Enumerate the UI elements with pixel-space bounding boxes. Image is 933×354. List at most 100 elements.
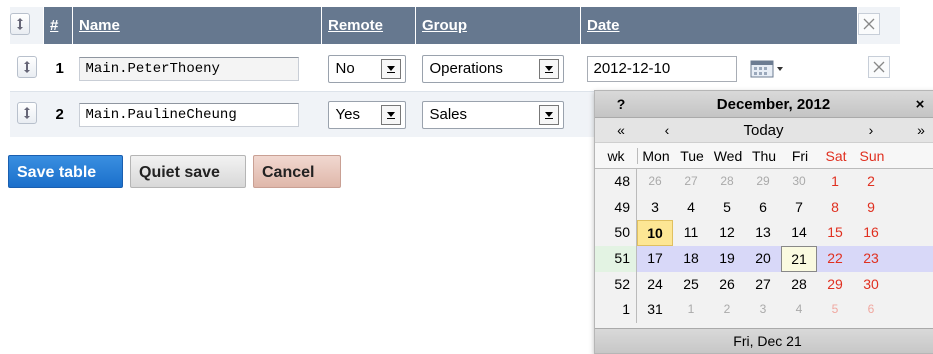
day-of-week-row: wk Mon Tue Wed Thu Fri Sat Sun xyxy=(595,143,933,169)
quiet-save-button[interactable]: Quiet save xyxy=(130,155,246,188)
week-number: 49 xyxy=(595,194,637,221)
calendar-day[interactable]: 3 xyxy=(745,297,781,323)
week-column-header: wk xyxy=(595,147,638,164)
calendar-day[interactable]: 29 xyxy=(817,272,853,298)
group-select[interactable]: Sales xyxy=(421,100,564,129)
calendar-day[interactable]: 30 xyxy=(781,169,817,195)
calendar-help-button[interactable]: ? xyxy=(595,96,647,112)
prev-month-button[interactable]: ‹ xyxy=(647,122,687,138)
calendar-nav: « ‹ Today › » xyxy=(595,118,933,143)
calendar-day[interactable]: 8 xyxy=(817,195,853,221)
date-input[interactable] xyxy=(586,55,737,82)
calendar-day[interactable]: 14 xyxy=(781,220,817,246)
drag-handle-icon[interactable] xyxy=(16,56,37,78)
calendar-status: Fri, Dec 21 xyxy=(595,328,933,353)
calendar-day[interactable]: 5 xyxy=(817,297,853,323)
calendar-day[interactable]: 1 xyxy=(817,169,853,195)
header-name[interactable]: Name xyxy=(72,7,322,45)
calendar-day[interactable]: 26 xyxy=(637,169,673,195)
calendar-day[interactable]: 27 xyxy=(745,272,781,298)
remote-select[interactable]: No xyxy=(327,54,406,83)
calendar-day[interactable]: 6 xyxy=(853,297,889,323)
cancel-button[interactable]: Cancel xyxy=(253,155,341,188)
name-input[interactable] xyxy=(78,102,299,127)
day-header: Sun xyxy=(859,147,885,164)
day-header: Tue xyxy=(680,147,704,164)
group-select-value: Operations xyxy=(429,60,503,77)
calendar-day[interactable]: 24 xyxy=(637,272,673,298)
calendar-day[interactable]: 26 xyxy=(709,272,745,298)
calendar-day[interactable]: 28 xyxy=(709,169,745,195)
calendar-day[interactable]: 22 xyxy=(817,246,853,272)
header-date[interactable]: Date xyxy=(580,7,858,45)
calendar-day[interactable]: 15 xyxy=(817,220,853,246)
prev-year-button[interactable]: « xyxy=(595,122,647,138)
sort-handle-header[interactable] xyxy=(10,7,44,45)
calendar-day[interactable]: 27 xyxy=(673,169,709,195)
group-select-value: Sales xyxy=(429,106,468,123)
calendar-day[interactable]: 13 xyxy=(745,220,781,246)
calendar-day[interactable]: 11 xyxy=(673,220,709,246)
day-header: Wed xyxy=(713,147,743,164)
calendar-popup: ? December, 2012 × « ‹ Today › » wk Mon … xyxy=(594,90,933,354)
next-year-button[interactable]: » xyxy=(902,122,933,138)
row-number: 1 xyxy=(43,44,73,92)
next-month-button[interactable]: › xyxy=(840,122,902,138)
calendar-day[interactable]: 31 xyxy=(637,297,673,323)
calendar-day[interactable]: 16 xyxy=(853,220,889,246)
calendar-day[interactable]: 29 xyxy=(745,169,781,195)
calendar-day[interactable]: 23 xyxy=(853,246,889,272)
calendar-day[interactable]: 18 xyxy=(673,246,709,272)
close-icon[interactable] xyxy=(858,12,880,35)
chevron-down-icon xyxy=(538,104,559,125)
calendar-day[interactable]: 20 xyxy=(745,246,781,272)
calendar-day[interactable]: 6 xyxy=(745,195,781,221)
header-remote[interactable]: Remote xyxy=(321,7,416,45)
calendar-day-today[interactable]: 10 xyxy=(637,220,673,247)
chevron-down-icon xyxy=(380,104,401,125)
group-select[interactable]: Operations xyxy=(421,54,564,83)
calendar-day[interactable]: 2 xyxy=(709,297,745,323)
close-icon[interactable] xyxy=(867,56,890,78)
header-delete[interactable] xyxy=(857,7,900,45)
calendar-day[interactable]: 28 xyxy=(781,272,817,298)
calendar-day[interactable]: 19 xyxy=(709,246,745,272)
drag-handle-icon[interactable] xyxy=(16,102,37,124)
calendar-day[interactable]: 1 xyxy=(673,297,709,323)
week-number: 51 xyxy=(595,246,637,272)
calendar-day[interactable]: 25 xyxy=(673,272,709,298)
day-header: Fri xyxy=(791,147,809,164)
calendar-day[interactable]: 12 xyxy=(709,220,745,246)
week-number: 1 xyxy=(595,297,637,324)
calendar-title[interactable]: December, 2012 xyxy=(647,96,900,113)
calendar-close-button[interactable]: × xyxy=(900,96,933,113)
calendar-day-selected[interactable]: 21 xyxy=(781,246,817,272)
calendar-icon[interactable] xyxy=(750,59,790,79)
today-button[interactable]: Today xyxy=(687,122,840,139)
drag-handle-icon[interactable] xyxy=(10,12,30,35)
header-number[interactable]: # xyxy=(43,7,73,45)
header-group[interactable]: Group xyxy=(415,7,581,45)
calendar-day[interactable]: 5 xyxy=(709,195,745,221)
calendar-day[interactable]: 17 xyxy=(637,246,673,272)
calendar-week: 1 31 1 2 3 4 5 6 xyxy=(595,297,933,324)
calendar-week: 48 26 27 28 29 30 1 2 xyxy=(595,169,933,195)
calendar-day[interactable]: 30 xyxy=(853,272,889,298)
calendar-week-current: 51 17 18 19 20 21 22 23 xyxy=(595,246,933,272)
calendar-day[interactable]: 4 xyxy=(781,297,817,323)
day-header: Thu xyxy=(751,147,777,164)
table-row: 1 No Operations xyxy=(10,44,900,92)
remote-select-value: Yes xyxy=(335,106,360,123)
calendar-header: ? December, 2012 × xyxy=(595,91,933,118)
calendar-day[interactable]: 3 xyxy=(637,195,673,221)
calendar-day[interactable]: 9 xyxy=(853,195,889,221)
name-input[interactable] xyxy=(78,56,299,81)
row-number: 2 xyxy=(43,91,73,137)
save-table-button[interactable]: Save table xyxy=(8,155,123,188)
calendar-day[interactable]: 2 xyxy=(853,169,889,195)
calendar-day[interactable]: 4 xyxy=(673,195,709,221)
remote-select-value: No xyxy=(335,60,355,77)
remote-select[interactable]: Yes xyxy=(327,100,406,129)
calendar-day[interactable]: 7 xyxy=(781,195,817,221)
day-header: Mon xyxy=(642,147,670,164)
